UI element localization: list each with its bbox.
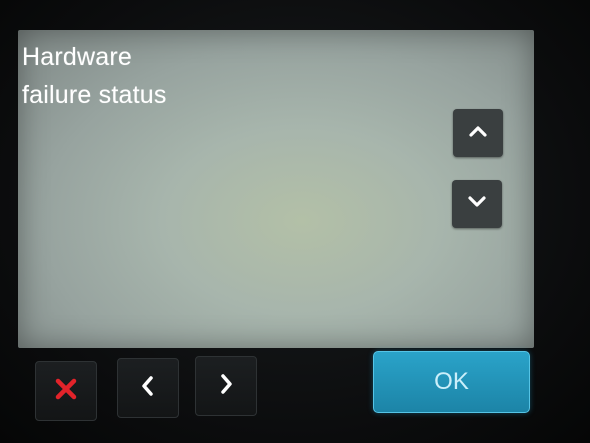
close-icon — [53, 376, 79, 407]
chevron-down-icon — [466, 194, 488, 215]
forward-button[interactable] — [195, 356, 257, 416]
chevron-left-icon — [135, 373, 161, 404]
title-line-1: Hardware — [22, 43, 132, 71]
scroll-down-button[interactable] — [452, 180, 502, 228]
scroll-up-button[interactable] — [453, 109, 503, 157]
chevron-right-icon — [213, 371, 239, 402]
footer-bar: OK — [0, 348, 590, 443]
title-line-2: failure status — [22, 81, 167, 109]
page-title: Hardware failure status — [22, 38, 242, 114]
cancel-button[interactable] — [35, 361, 97, 421]
chevron-up-icon — [467, 123, 489, 144]
back-button[interactable] — [117, 358, 179, 418]
ok-button[interactable]: OK — [373, 351, 530, 413]
